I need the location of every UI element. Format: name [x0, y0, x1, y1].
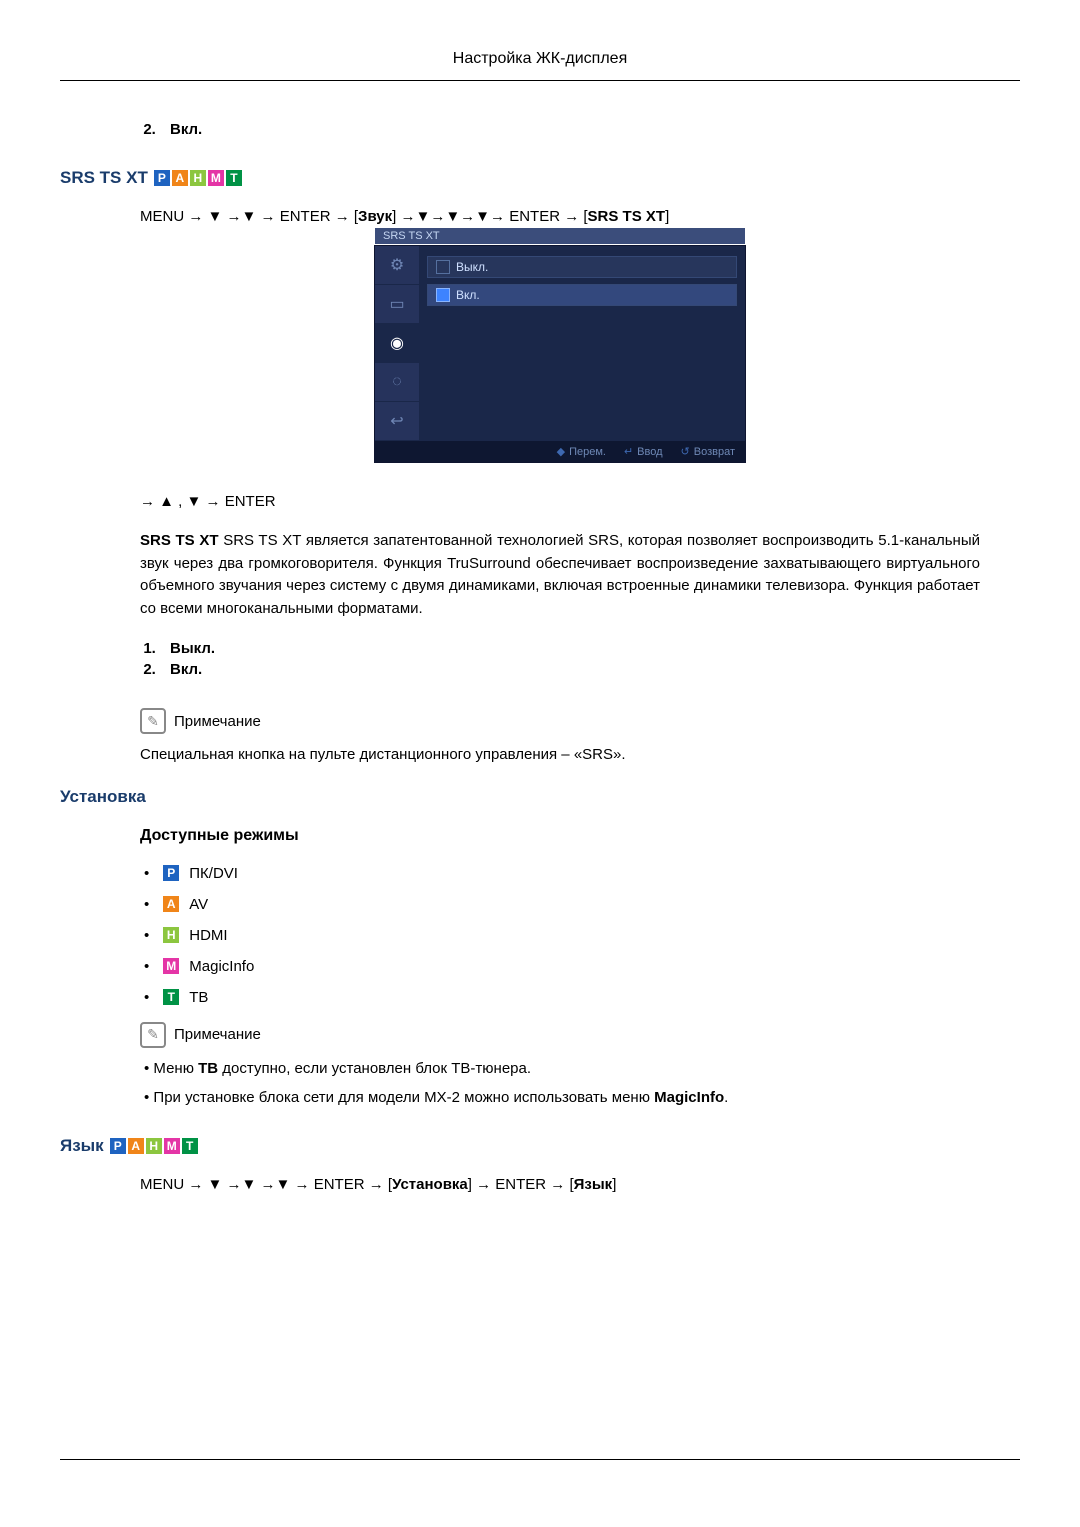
- section-setup-heading: Установка: [60, 787, 1020, 807]
- osd-option-off: Выкл.: [427, 256, 737, 278]
- setup-note-2: При установке блока сети для модели MX-2…: [144, 1089, 980, 1106]
- menu-path-srs-1: MENU → ▼ →▼ → ENTER → [Звук] →▼→▼→▼→ ENT…: [140, 208, 980, 225]
- menu-path-lang: MENU → ▼ →▼ →▼ → ENTER → [Установка] → E…: [140, 1176, 980, 1193]
- leading-numbered-list: Вкл.: [140, 121, 980, 138]
- osd-footer: Перем. Ввод Возврат: [375, 441, 745, 462]
- mode-badges: P A H M T: [110, 1138, 198, 1154]
- page-header: Настройка ЖК-дисплея: [60, 50, 1020, 68]
- list-item: Вкл.: [160, 121, 980, 138]
- osd-body: Выкл. Вкл.: [419, 246, 745, 441]
- header-rule: [60, 80, 1020, 81]
- srs-note-text: Специальная кнопка на пульте дистанционн…: [140, 744, 980, 767]
- mode-item-hdmi: HHDMI: [144, 927, 980, 944]
- osd-tab-icon: ◉: [375, 324, 419, 363]
- badge-a-icon: A: [172, 170, 188, 186]
- section-lang-title: Язык: [60, 1136, 104, 1156]
- srs-options-list: Выкл. Вкл.: [140, 640, 980, 678]
- badge-m-icon: M: [208, 170, 224, 186]
- osd-footer-move: Перем.: [557, 445, 606, 458]
- note-title: Примечание: [174, 713, 261, 730]
- osd-option-label: Вкл.: [456, 288, 480, 302]
- setup-modes-heading: Доступные режимы: [140, 827, 980, 845]
- note-heading: Примечание: [140, 708, 980, 734]
- menu-path-srs-2: → ▲ , ▼ → ENTER: [140, 493, 980, 510]
- badge-a-icon: A: [163, 896, 179, 912]
- osd-option-on: Вкл.: [427, 284, 737, 306]
- note-heading: Примечание: [140, 1022, 980, 1048]
- setup-notes-list: Меню ТВ доступно, если установлен блок Т…: [140, 1060, 980, 1106]
- osd-sidebar: ⚙ ▭ ◉ ◌ ↩: [375, 246, 419, 441]
- badge-h-icon: H: [163, 927, 179, 943]
- setup-note-1: Меню ТВ доступно, если установлен блок Т…: [144, 1060, 980, 1077]
- badge-t-icon: T: [182, 1138, 198, 1154]
- osd-srs: SRS TS XT ⚙ ▭ ◉ ◌ ↩ Выкл.: [374, 245, 746, 463]
- badge-h-icon: H: [146, 1138, 162, 1154]
- osd-tab-icon: ↩: [375, 402, 419, 441]
- osd-tab-icon: ⚙: [375, 246, 419, 285]
- badge-p-icon: P: [154, 170, 170, 186]
- section-srs-title: SRS TS XT: [60, 168, 148, 188]
- badge-m-icon: M: [163, 958, 179, 974]
- osd-tab-icon: ▭: [375, 285, 419, 324]
- footer-rule: [60, 1459, 1020, 1460]
- mode-item-mi: MMagicInfo: [144, 958, 980, 975]
- note-icon: [140, 708, 166, 734]
- list-item: Выкл.: [160, 640, 980, 657]
- section-srs-heading: SRS TS XT P A H M T: [60, 168, 1020, 188]
- list-item: Вкл.: [160, 661, 980, 678]
- option-mark-icon: [436, 260, 450, 274]
- note-icon: [140, 1022, 166, 1048]
- badge-t-icon: T: [226, 170, 242, 186]
- badge-a-icon: A: [128, 1138, 144, 1154]
- osd-footer-enter: Ввод: [624, 445, 663, 458]
- section-setup-title: Установка: [60, 787, 146, 807]
- osd-option-label: Выкл.: [456, 260, 488, 274]
- mode-item-av: AAV: [144, 896, 980, 913]
- badge-m-icon: M: [164, 1138, 180, 1154]
- section-lang-heading: Язык P A H M T: [60, 1136, 1020, 1156]
- badge-p-icon: P: [110, 1138, 126, 1154]
- option-mark-icon: [436, 288, 450, 302]
- srs-description: SRS TS XT SRS TS XT является запатентова…: [140, 530, 980, 620]
- badge-h-icon: H: [190, 170, 206, 186]
- mode-list: PПК/DVI AAV HHDMI MMagicInfo TТВ: [140, 865, 980, 1006]
- osd-footer-return: Возврат: [681, 445, 735, 458]
- mode-item-pk: PПК/DVI: [144, 865, 980, 882]
- osd-tab-icon: ◌: [375, 363, 419, 402]
- badge-t-icon: T: [163, 989, 179, 1005]
- note-title: Примечание: [174, 1026, 261, 1043]
- osd-title: SRS TS XT: [375, 228, 745, 244]
- mode-item-tv: TТВ: [144, 989, 980, 1006]
- badge-p-icon: P: [163, 865, 179, 881]
- mode-badges: P A H M T: [154, 170, 242, 186]
